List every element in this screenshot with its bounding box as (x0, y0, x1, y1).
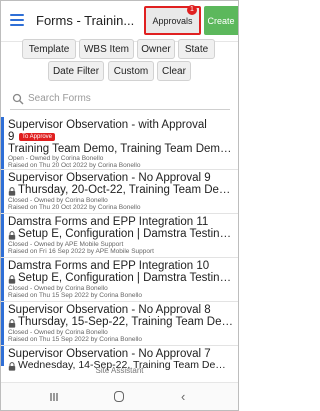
app-header: Forms - Trainin... Approvals 1 Create (1, 1, 238, 42)
item-accent-bar (1, 170, 4, 213)
create-button[interactable]: Create (204, 6, 238, 35)
form-raised: Raised on Thu 20 Oct 2022 by Corina Bone… (8, 204, 141, 211)
search-icon (12, 93, 24, 105)
form-raised: Raised on Thu 15 Sep 2022 by Corina Bone… (8, 336, 142, 343)
form-title-number: 9 (8, 131, 15, 143)
form-list-item[interactable]: Supervisor Observation - with Approval 9… (1, 117, 238, 170)
form-raised: Raised on Fri 16 Sep 2022 by APE Mobile … (8, 248, 154, 255)
wbs-item-filter-button[interactable]: WBS Item (79, 39, 134, 59)
lock-icon (8, 319, 16, 328)
form-title: Damstra Forms and EPP Integration 11 (8, 216, 209, 228)
form-status: Closed - Owned by Corina Bonello (8, 285, 108, 292)
item-accent-bar (1, 302, 4, 345)
form-status: Closed - Owned by APE Mobile Support (8, 241, 124, 248)
search-field[interactable]: Search Forms (10, 91, 230, 110)
item-accent-bar (1, 214, 4, 257)
form-subtitle: Thursday, 20-Oct-22, Training Team Demo,… (18, 184, 234, 196)
approvals-label: Approvals (152, 15, 193, 26)
app-screen: Forms - Trainin... Approvals 1 Create Te… (0, 0, 239, 411)
form-subtitle: Training Team Demo, Training Team Demo, … (8, 143, 234, 155)
site-assistant-link[interactable]: Site Assistant (1, 366, 238, 380)
system-nav-bar: ‹ (1, 382, 238, 410)
form-list-item[interactable]: Damstra Forms and EPP Integration 10 Set… (1, 258, 238, 302)
home-icon[interactable] (114, 391, 124, 402)
form-list-item[interactable]: Supervisor Observation - No Approval 9 T… (1, 170, 238, 214)
form-title: Supervisor Observation - No Approval 8 (8, 304, 211, 316)
form-title: Supervisor Observation - No Approval 9 (8, 172, 211, 184)
form-subtitle: Setup E, Configuration | Damstra Testing… (18, 228, 234, 240)
item-accent-bar (1, 346, 4, 366)
form-raised: Raised on Thu 15 Sep 2022 by Corina Bone… (8, 292, 142, 299)
custom-filter-button[interactable]: Custom (108, 61, 154, 81)
clear-filter-button[interactable]: Clear (157, 61, 191, 81)
approvals-badge: 1 (187, 5, 197, 15)
back-icon[interactable]: ‹ (181, 390, 185, 403)
form-status: Closed - Owned by Corina Bonello (8, 329, 108, 336)
form-status: Open - Owned by Corina Bonello (8, 155, 104, 162)
state-filter-button[interactable]: State (178, 39, 215, 59)
form-title: Damstra Forms and EPP Integration 10 (8, 260, 210, 272)
form-title: Supervisor Observation - with Approval (8, 119, 207, 131)
menu-icon[interactable] (10, 14, 24, 26)
item-accent-bar (1, 258, 4, 301)
form-list-item[interactable]: Supervisor Observation - No Approval 8 T… (1, 302, 238, 346)
form-subtitle: Setup E, Configuration | Damstra Testing… (18, 272, 234, 284)
to-approve-badge: To Approve (19, 133, 56, 141)
item-accent-bar (1, 117, 4, 169)
owner-filter-button[interactable]: Owner (137, 39, 175, 59)
page-title: Forms - Trainin... (36, 13, 135, 28)
form-status: Closed - Owned by Corina Bonello (8, 197, 108, 204)
form-subtitle: Thursday, 15-Sep-22, Training Team Demo,… (18, 316, 234, 328)
recent-apps-icon[interactable] (49, 392, 59, 402)
form-list-item[interactable]: Damstra Forms and EPP Integration 11 Set… (1, 214, 238, 258)
template-filter-button[interactable]: Template (22, 39, 76, 59)
lock-icon (8, 231, 16, 240)
form-raised: Raised on Thu 20 Oct 2022 by Corina Bone… (8, 162, 141, 169)
search-placeholder: Search Forms (28, 93, 91, 104)
lock-icon (8, 187, 16, 196)
lock-icon (8, 275, 16, 284)
date-filter-button[interactable]: Date Filter (48, 61, 104, 81)
form-list-item[interactable]: Supervisor Observation - No Approval 7 W… (1, 346, 238, 371)
